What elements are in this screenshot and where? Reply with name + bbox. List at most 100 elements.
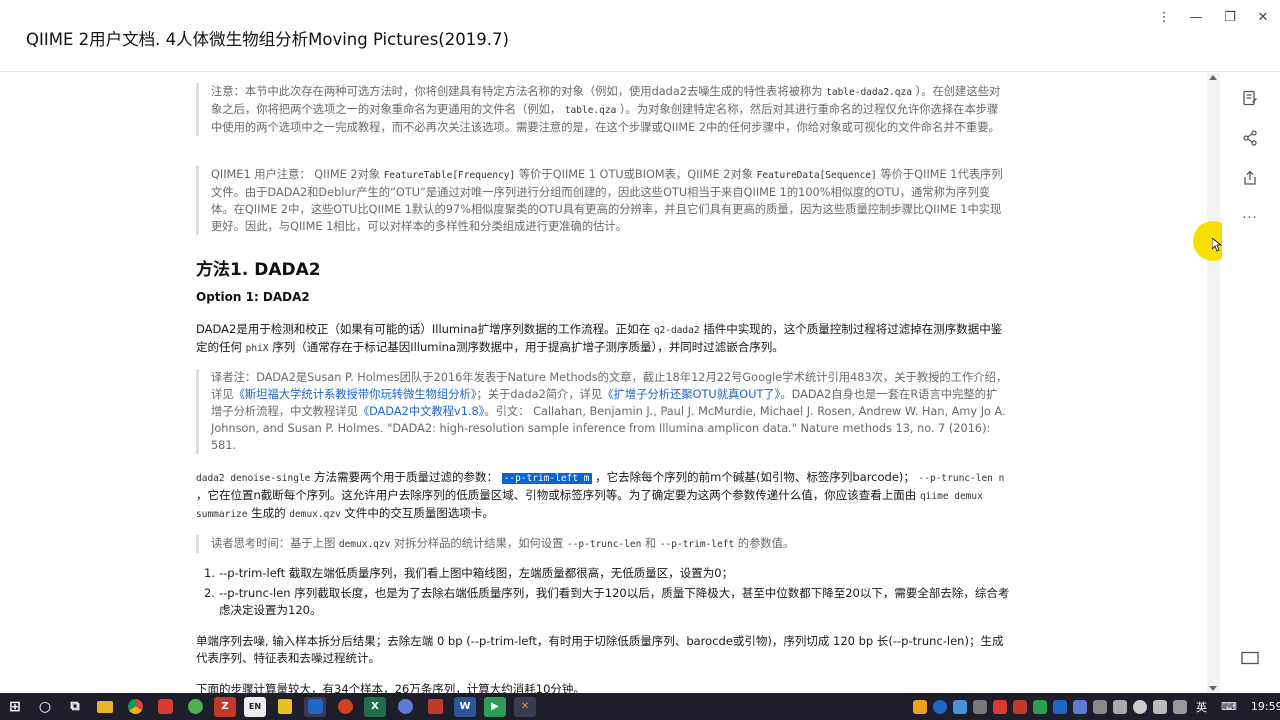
taskview-icon[interactable]: ⧉ bbox=[64, 697, 86, 717]
tray-app-icon[interactable] bbox=[1053, 699, 1067, 714]
tray-volume-icon[interactable] bbox=[1173, 699, 1187, 714]
tray-keyboard-icon[interactable]: ⌨ bbox=[1221, 700, 1237, 713]
paragraph-text: 方法需要两个用于质量过滤的参数： bbox=[310, 470, 502, 484]
inline-code: --p-trim-left bbox=[659, 539, 735, 550]
link-otu-article[interactable]: 《扩增子分析还聚OTU就真OUT了》 bbox=[602, 388, 780, 401]
title-bar: QIIME 2用户文档. 4人体微生物组分析Moving Pictures(20… bbox=[0, 0, 1280, 72]
minimize-button[interactable]: — bbox=[1184, 6, 1208, 28]
system-tray: 英 ⌨ 19:59 bbox=[910, 693, 1280, 720]
fullscreen-icon[interactable] bbox=[1238, 646, 1262, 670]
tray-battery-icon[interactable] bbox=[1153, 699, 1167, 714]
inline-code: table.qza bbox=[564, 105, 617, 116]
paragraph-single-end: 单端序列去噪, 输入样本拆分后结果；去除左端 0 bp (--p-trim-le… bbox=[196, 634, 1004, 665]
paragraph-text: DADA2是用于检测和校正（如果有可能的话）Illumina扩增序列数据的工作流… bbox=[196, 322, 654, 336]
link-dada2-tutorial[interactable]: 《DADA2中文教程v1.8》 bbox=[358, 405, 484, 418]
vertical-scrollbar[interactable] bbox=[1207, 73, 1220, 693]
inline-code: FeatureData[Sequence] bbox=[756, 170, 877, 181]
tray-app-icon[interactable] bbox=[933, 699, 947, 714]
tray-shield-icon[interactable] bbox=[953, 699, 967, 714]
heading-option-dada2: Option 1: DADA2 bbox=[196, 290, 310, 304]
paragraph-denoise-params: dada2 denoise-single 方法需要两个用于质量过滤的参数： --… bbox=[196, 469, 1012, 523]
inline-code: table-dada2.qza bbox=[826, 87, 912, 98]
export-icon[interactable] bbox=[1238, 166, 1262, 190]
inline-code: q2-dada2 bbox=[653, 325, 700, 336]
inline-code: phiX bbox=[245, 343, 269, 354]
tray-app-icon[interactable] bbox=[993, 699, 1007, 714]
right-toolbar: ··· bbox=[1222, 73, 1280, 693]
paragraph-dada2-intro: DADA2是用于检测和校正（如果有可能的话）Illumina扩增序列数据的工作流… bbox=[196, 321, 1012, 357]
pdf-icon[interactable] bbox=[334, 697, 356, 717]
note-naming: 注意：本节中此次存在两种可选方法时，你将创建具有特定方法名称的对象（例如，使用d… bbox=[196, 83, 1008, 136]
notes-icon[interactable] bbox=[1238, 86, 1262, 110]
note-text: QIIME1 用户注意： QIIME 2对象 bbox=[211, 168, 384, 181]
tray-app-icon[interactable] bbox=[1033, 699, 1047, 714]
note-text: 对拆分样品的统计结果，如何设置 bbox=[390, 537, 567, 550]
inline-code: demux.qzv bbox=[338, 539, 391, 550]
paragraph-text: 序列（通常存在于标记基因Illumina测序数据中，用于提高扩增子测序质量），并… bbox=[268, 340, 784, 354]
list-item: 1. --p-trim-left 截取左端低质量序列，我们看上图中箱线图，左端质量… bbox=[204, 565, 1012, 582]
inline-code: FeatureTable[Frequency] bbox=[383, 170, 516, 181]
mouse-cursor-icon bbox=[1212, 238, 1222, 252]
document-content[interactable]: 注意：本节中此次存在两种可选方法时，你将创建具有特定方法名称的对象（例如，使用d… bbox=[0, 73, 1208, 693]
excel-icon[interactable]: X bbox=[364, 696, 386, 717]
start-icon[interactable]: ⊞ bbox=[4, 697, 26, 717]
paragraph-compute-note: 下面的步骤计算量较大，有34个样本，26万条序列，计算大约消耗10分钟。 bbox=[196, 682, 585, 693]
inline-code: demux.qzv bbox=[289, 509, 341, 520]
selected-code-trim-left[interactable]: --p-trim-left m bbox=[501, 473, 592, 484]
reader-note: 读者思考时间：基于上图 demux.qzv 对拆分样品的统计结果，如何设置 --… bbox=[196, 535, 1008, 553]
list-number: 1. bbox=[204, 566, 215, 580]
ppt-icon[interactable] bbox=[424, 697, 446, 717]
paragraph-text: ，它在位置n截断每个序列。这允许用户去除序列的低质量区域、引物或标签序列等。为了… bbox=[196, 488, 920, 502]
paragraph-text: 生成的 bbox=[247, 506, 290, 520]
word-icon[interactable]: W bbox=[454, 696, 476, 717]
inline-code: --p-trunc-len bbox=[566, 539, 642, 550]
close-button[interactable]: ✕ bbox=[1251, 6, 1275, 28]
inline-code: --p-trunc-len n bbox=[918, 473, 1005, 484]
tool-icon[interactable]: ✕ bbox=[514, 696, 536, 717]
clock[interactable]: 19:59 bbox=[1251, 700, 1280, 713]
input-language[interactable]: 英 bbox=[1196, 699, 1207, 715]
reader-app-icon[interactable] bbox=[304, 696, 326, 717]
tray-network-icon[interactable] bbox=[1093, 699, 1107, 714]
tray-chat-icon[interactable] bbox=[1133, 699, 1147, 714]
tray-app-icon[interactable] bbox=[1113, 699, 1127, 714]
app-red-icon[interactable] bbox=[154, 697, 176, 717]
app-blue-icon[interactable] bbox=[394, 697, 416, 717]
note-text: 读者思考时间：基于上图 bbox=[211, 537, 339, 550]
note-text: ；关于dada2简介，详见 bbox=[476, 388, 603, 401]
note-qiime1-users: QIIME1 用户注意： QIIME 2对象 FeatureTable[Freq… bbox=[196, 166, 1008, 235]
restore-button[interactable]: ❐ bbox=[1218, 6, 1242, 28]
list-number: 2. bbox=[204, 586, 215, 600]
tray-app-icon[interactable] bbox=[1073, 699, 1087, 714]
note-text: 的参数值。 bbox=[734, 537, 795, 550]
more-icon[interactable]: ··· bbox=[1238, 206, 1262, 230]
inline-code: dada2 denoise-single bbox=[196, 473, 311, 484]
app-green-icon[interactable] bbox=[184, 697, 206, 717]
app-en-icon[interactable]: EN bbox=[244, 696, 266, 717]
share-icon[interactable] bbox=[1238, 126, 1262, 150]
chrome-icon[interactable] bbox=[124, 697, 146, 717]
more-options-icon[interactable]: ⋮ bbox=[1152, 6, 1176, 28]
tray-app-icon[interactable] bbox=[1013, 699, 1027, 714]
window-title: QIIME 2用户文档. 4人体微生物组分析Moving Pictures(20… bbox=[26, 30, 509, 49]
filezilla-icon[interactable]: Z bbox=[214, 696, 236, 717]
list-item: 2. --p-trunc-len 序列截取长度，也是为了去除右端低质量序列，我们看… bbox=[204, 585, 1012, 619]
search-icon[interactable]: ○ bbox=[34, 697, 56, 717]
paragraph-text: 文件中的交互质量图选项卡。 bbox=[340, 506, 494, 520]
note-text: 和 bbox=[641, 537, 660, 550]
list-item-text: --p-trim-left 截取左端低质量序列，我们看上图中箱线图，左端质量都很… bbox=[219, 566, 734, 580]
list-item-text: --p-trunc-len 序列截取长度，也是为了去除右端低质量序列，我们看到大… bbox=[219, 586, 1010, 617]
steps-list: 1. --p-trim-left 截取左端低质量序列，我们看上图中箱线图，左端质量… bbox=[204, 565, 1012, 622]
notes-app-icon[interactable] bbox=[274, 697, 296, 717]
link-stanford-professor[interactable]: 《斯坦福大学统计系教授带你玩转微生物组分析》 bbox=[234, 388, 477, 401]
translator-note: 译者注：DADA2是Susan P. Holmes团队于2016年发表于Natu… bbox=[196, 369, 1008, 454]
paragraph-text: ，它去除每个序列的前m个碱基(如引物、标签序列barcode)； bbox=[591, 470, 919, 484]
tray-app-icon[interactable] bbox=[973, 699, 987, 714]
player-icon[interactable]: ▶ bbox=[484, 696, 506, 717]
explorer-icon[interactable] bbox=[94, 697, 116, 717]
scroll-down-icon[interactable] bbox=[1209, 686, 1217, 691]
note-text: 注意：本节中此次存在两种可选方法时，你将创建具有特定方法名称的对象（例如，使用d… bbox=[211, 85, 827, 98]
tray-app-icon[interactable] bbox=[913, 699, 927, 714]
scroll-up-icon[interactable] bbox=[1209, 75, 1217, 80]
note-text: 等价于QIIME 1 OTU或BIOM表，QIIME 2对象 bbox=[515, 168, 757, 181]
